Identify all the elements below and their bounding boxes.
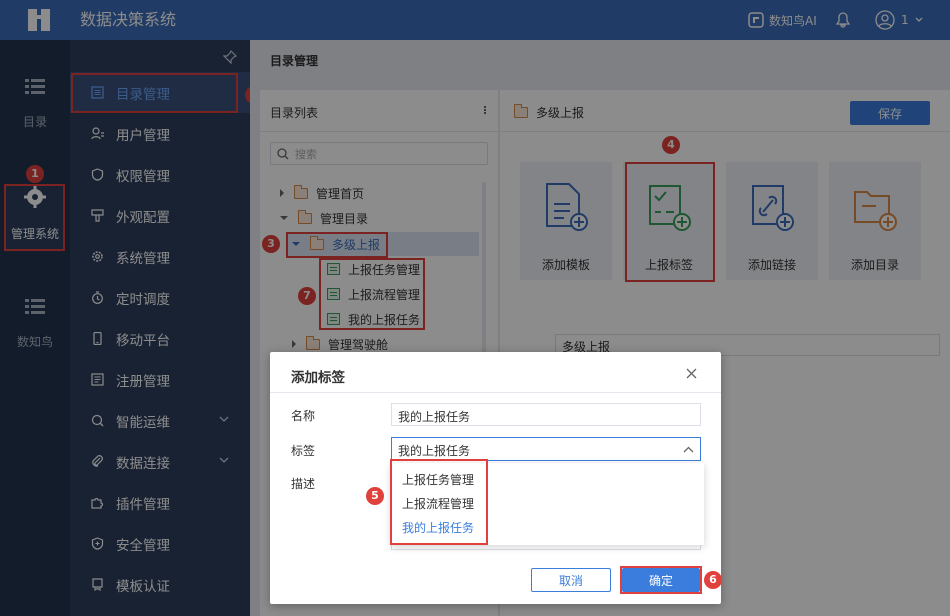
name-label: 名称 bbox=[291, 409, 316, 423]
highlight-box-ok bbox=[620, 566, 702, 594]
chevron-up-icon bbox=[683, 446, 694, 453]
tag-select[interactable]: 我的上报任务 bbox=[391, 437, 701, 461]
highlight-box-dropdown bbox=[390, 459, 488, 545]
step-badge-6: 6 bbox=[704, 571, 722, 589]
cancel-button[interactable]: 取消 bbox=[531, 568, 611, 592]
step-badge-5: 5 bbox=[366, 487, 384, 505]
tag-label: 标签 bbox=[291, 444, 316, 458]
dialog-title: 添加标签 bbox=[291, 370, 345, 386]
close-icon[interactable] bbox=[686, 368, 697, 379]
tag-select-value: 我的上报任务 bbox=[398, 444, 471, 458]
divider bbox=[270, 392, 721, 393]
desc-label: 描述 bbox=[291, 477, 316, 491]
name-input[interactable]: 我的上报任务 bbox=[391, 403, 701, 426]
